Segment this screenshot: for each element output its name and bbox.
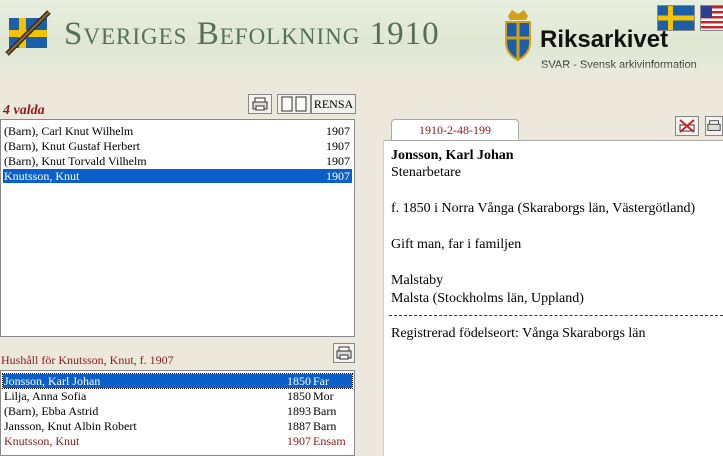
english-language-flag-icon[interactable] [700,5,723,31]
birth-year: 1893 [287,404,311,418]
swedish-flag-logo-icon[interactable] [5,10,51,56]
birth-year: 1850 [287,374,311,388]
selected-person-row[interactable]: (Barn), Knut Torvald Vilhelm 1907 [3,154,352,168]
compare-view-button[interactable] [277,94,311,114]
person-name: (Barn), Knut Gustaf Herbert [4,139,140,153]
household-list: Jonsson, Karl Johan 1850 Far Lilja, Anna So… [0,370,355,456]
printer-icon [707,120,721,131]
member-name: (Barn), Ebba Astrid [4,404,99,418]
family-role: Far [313,374,329,388]
household-title: Hushåll för Knutsson, Knut, f. 1907 [1,353,174,367]
selected-count: 4 valda [3,103,45,118]
remove-record-button[interactable] [675,116,699,136]
tab-record[interactable]: 1910-2-48-199 [391,119,519,141]
birth-year: 1907 [326,169,350,183]
registered-birthplace: Registrerad födelseort: Vånga Skaraborgs… [391,326,646,341]
birth-year: 1887 [287,419,311,433]
print-household-button[interactable] [333,343,355,363]
divider [389,315,723,316]
person-name: (Barn), Knut Torvald Vilhelm [4,154,147,168]
birth-year: 1850 [287,389,311,403]
family-role: Mor [313,389,334,403]
print-record-button[interactable] [705,116,723,136]
member-name: Jansson, Knut Albin Robert [4,419,137,433]
family-role: Barn [313,419,337,433]
member-name: Jonsson, Karl Johan [4,374,101,388]
family-status: Gift man, far i familjen [391,237,522,252]
birth-info: f. 1850 i Norra Vånga (Skaraborgs län, V… [391,201,696,216]
household-member-row[interactable]: (Barn), Ebba Astrid 1893 Barn [3,404,352,418]
parish: Malsta (Stockholms län, Uppland) [391,291,584,306]
birth-year: 1907 [326,154,350,168]
record-detail-panel: Jonsson, Karl Johan Stenarbetare f. 1850… [383,140,723,456]
remove-icon [679,119,695,133]
swedish-language-flag-icon[interactable] [657,5,695,31]
family-role: Ensam [313,434,346,448]
printer-icon [252,97,268,111]
residence: Malstaby [391,273,444,288]
member-name: Knutsson, Knut [4,434,80,448]
selected-person-row[interactable]: (Barn), Carl Knut Wilhelm 1907 [3,124,352,138]
person-name: Jonsson, Karl Johan [391,148,514,163]
coat-of-arms-icon [505,10,531,62]
archive-subtitle: SVAR - Svensk arkivinformation [541,59,697,71]
selected-person-row[interactable]: (Barn), Knut Gustaf Herbert 1907 [3,139,352,153]
member-name: Lilja, Anna Sofia [4,389,87,403]
printer-icon [336,346,352,360]
site-header: Sveriges Befolkning 1910 Riksarkivet SVA… [0,0,723,78]
family-role: Barn [313,404,337,418]
birth-year: 1907 [287,434,311,448]
occupation: Stenarbetare [391,165,461,180]
person-name: Knutsson, Knut [4,169,80,183]
birth-year: 1907 [326,139,350,153]
site-title: Sveriges Befolkning 1910 [64,16,440,52]
birth-year: 1907 [326,124,350,138]
household-member-row[interactable]: Lilja, Anna Sofia 1850 Mor [3,389,352,403]
household-member-row[interactable]: Jonsson, Karl Johan 1850 Far [2,373,353,389]
selected-persons-list: (Barn), Carl Knut Wilhelm 1907 (Barn), Knu… [0,119,355,337]
print-selection-button[interactable] [248,94,272,114]
clear-selection-button[interactable]: RENSA [311,94,356,114]
household-member-row[interactable]: Jansson, Knut Albin Robert 1887 Barn [3,419,352,433]
archive-name: Riksarkivet [540,26,669,53]
household-member-row[interactable]: Knutsson, Knut 1907 Ensam [3,434,352,448]
selected-person-row[interactable]: Knutsson, Knut 1907 [3,169,352,183]
pages-icon [281,96,307,112]
person-name: (Barn), Carl Knut Wilhelm [4,124,134,138]
